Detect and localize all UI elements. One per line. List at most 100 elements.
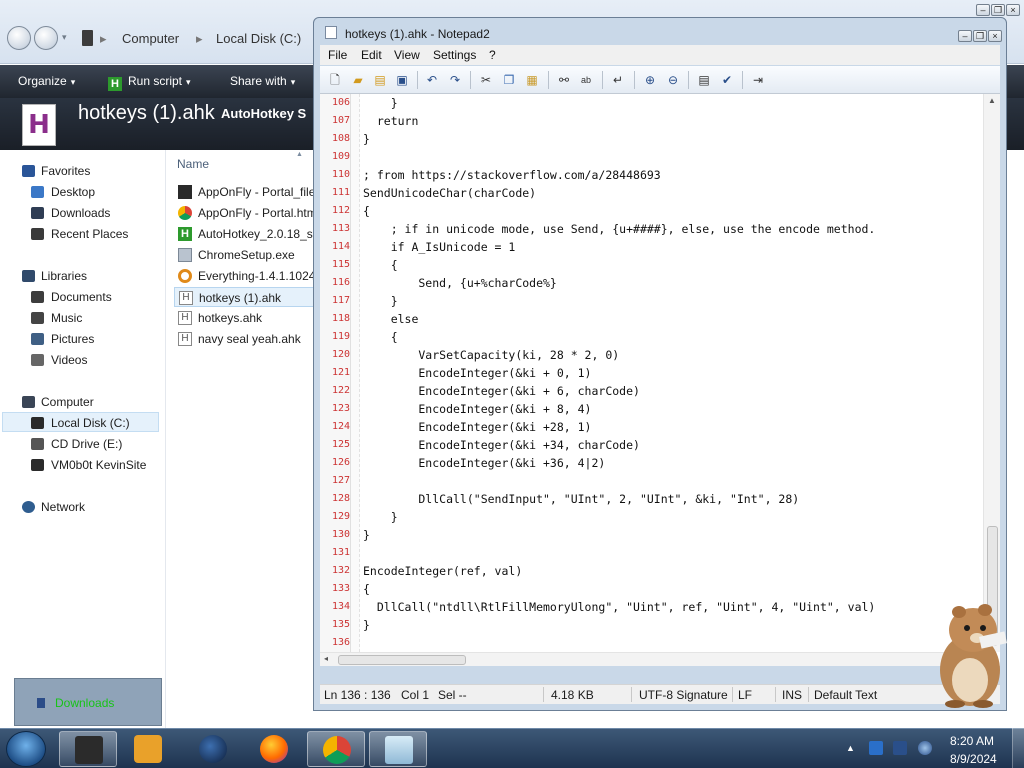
close-button[interactable]: × xyxy=(1006,4,1020,16)
menu-help[interactable]: ? xyxy=(489,48,496,62)
nav-computer[interactable]: Computer xyxy=(0,392,160,412)
code-line[interactable]: ; if in unicode mode, use Send, {u+####}… xyxy=(363,222,876,236)
customize-scheme-icon[interactable]: ✔ xyxy=(719,72,735,88)
replace-icon[interactable]: ab xyxy=(578,72,594,88)
code-line[interactable]: } xyxy=(363,528,370,542)
code-line[interactable]: DllCall("SendInput", "UInt", 2, "UInt", … xyxy=(363,492,799,506)
clock-time[interactable]: 8:20 AM xyxy=(950,734,994,748)
paste-icon[interactable]: ▦ xyxy=(524,72,540,88)
cut-icon[interactable]: ✂ xyxy=(478,72,494,88)
code-line[interactable]: { xyxy=(363,204,370,218)
file-row[interactable]: H AutoHotkey_2.0.18_se xyxy=(174,224,324,244)
exit-icon[interactable]: ⇥ xyxy=(750,72,766,88)
nav-network-share[interactable]: VM0b0t KevinSite xyxy=(0,455,160,475)
open-folder-icon[interactable]: ▰ xyxy=(350,72,366,88)
code-line[interactable]: } xyxy=(363,294,398,308)
run-script-button[interactable]: H Run script ▾ xyxy=(108,74,191,91)
clock-date[interactable]: 8/9/2024 xyxy=(950,752,997,766)
column-header-name[interactable]: Name xyxy=(177,157,209,171)
code-line[interactable]: EncodeInteger(&ki + 0, 1) xyxy=(363,366,591,380)
new-file-icon[interactable]: 🗋 xyxy=(327,72,343,88)
code-line[interactable]: } xyxy=(363,618,370,632)
code-line[interactable]: Send, {u+%charCode%} xyxy=(363,276,557,290)
nav-libraries[interactable]: Libraries xyxy=(0,266,160,286)
nav-videos[interactable]: Videos xyxy=(0,350,160,370)
nav-cd-drive[interactable]: CD Drive (E:) xyxy=(0,434,160,454)
taskbar-media-player[interactable] xyxy=(119,731,177,767)
breadcrumb-local-disk[interactable]: Local Disk (C:) xyxy=(216,31,301,46)
nav-desktop[interactable]: Desktop xyxy=(0,182,160,202)
nav-downloads[interactable]: Downloads xyxy=(0,203,160,223)
code-line[interactable]: return xyxy=(363,114,419,128)
tray-expand-icon[interactable]: ▲ xyxy=(846,743,856,753)
horizontal-scroll-thumb[interactable] xyxy=(338,655,466,665)
menu-view[interactable]: View xyxy=(394,48,420,62)
taskbar-globe-app[interactable] xyxy=(184,731,242,767)
file-row[interactable]: H hotkeys.ahk xyxy=(174,308,324,328)
horizontal-scrollbar[interactable]: ◂ xyxy=(320,652,983,666)
menu-file[interactable]: File xyxy=(328,48,347,62)
save-icon[interactable]: ▣ xyxy=(394,72,410,88)
taskbar-notepad2[interactable] xyxy=(369,731,427,767)
code-line[interactable]: { xyxy=(363,258,398,272)
browse-icon[interactable]: ▤ xyxy=(372,72,388,88)
scroll-up-icon[interactable]: ▲ xyxy=(988,96,996,105)
show-desktop-button[interactable] xyxy=(1012,728,1024,768)
file-row[interactable]: H navy seal yeah.ahk xyxy=(174,329,324,349)
code-line[interactable]: DllCall("ntdll\RtlFillMemoryUlong", "Uin… xyxy=(363,600,876,614)
nav-favorites[interactable]: Favorites xyxy=(0,161,160,181)
file-row[interactable]: AppOnFly - Portal.htm xyxy=(174,203,324,223)
nav-music[interactable]: Music xyxy=(0,308,160,328)
code-line[interactable]: { xyxy=(363,330,398,344)
maximize-button[interactable]: ❐ xyxy=(973,30,987,42)
taskbar-chrome[interactable] xyxy=(307,731,365,767)
menu-edit[interactable]: Edit xyxy=(361,48,382,62)
status-encoding[interactable]: UTF-8 Signature xyxy=(639,688,728,702)
menu-settings[interactable]: Settings xyxy=(433,48,476,62)
status-line-ending[interactable]: LF xyxy=(738,688,752,702)
history-dropdown-icon[interactable]: ▾ xyxy=(62,32,67,43)
file-row[interactable]: ChromeSetup.exe xyxy=(174,245,324,265)
share-with-button[interactable]: Share with ▾ xyxy=(230,74,295,88)
file-row-selected[interactable]: H hotkeys (1).ahk xyxy=(174,287,324,307)
code-editor[interactable]: 106 107 108 109 110 111 112 113 114 115 116 117 118 1… xyxy=(320,94,1000,666)
nav-pictures[interactable]: Pictures xyxy=(0,329,160,349)
status-scheme[interactable]: Default Text xyxy=(814,688,877,702)
code-line[interactable]: else xyxy=(363,312,419,326)
redo-icon[interactable]: ↷ xyxy=(447,72,463,88)
file-row[interactable]: AppOnFly - Portal_file xyxy=(174,182,324,202)
file-row[interactable]: Everything-1.4.1.1024. xyxy=(174,266,324,286)
back-button[interactable] xyxy=(7,26,31,50)
maximize-button[interactable]: ❐ xyxy=(991,4,1005,16)
notepad2-titlebar[interactable]: hotkeys (1).ahk - Notepad2 – ❐ × xyxy=(314,18,1006,44)
minimize-button[interactable]: – xyxy=(976,4,990,16)
nav-documents[interactable]: Documents xyxy=(0,287,160,307)
breadcrumb-separator-icon[interactable]: ▸ xyxy=(196,31,203,47)
code-line[interactable]: VarSetCapacity(ki, 28 * 2, 0) xyxy=(363,348,619,362)
breadcrumb-separator-icon[interactable]: ▸ xyxy=(100,31,107,47)
nav-local-disk[interactable]: Local Disk (C:) xyxy=(2,412,159,432)
code-line[interactable]: } xyxy=(363,510,398,524)
minimize-button[interactable]: – xyxy=(958,30,972,42)
code-line[interactable]: if A_IsUnicode = 1 xyxy=(363,240,516,254)
vertical-scrollbar[interactable]: ▲ xyxy=(983,94,1000,652)
scroll-left-icon[interactable]: ◂ xyxy=(324,654,328,663)
zoom-in-icon[interactable]: ⊕ xyxy=(642,72,658,88)
copy-icon[interactable]: ❐ xyxy=(501,72,517,88)
code-line[interactable]: } xyxy=(363,96,398,110)
code-line[interactable]: EncodeInteger(&ki +36, 4|2) xyxy=(363,456,605,470)
tray-app-icon[interactable] xyxy=(869,741,883,755)
code-line[interactable]: ; from https://stackoverflow.com/a/28448… xyxy=(363,168,661,182)
zoom-out-icon[interactable]: ⊖ xyxy=(665,72,681,88)
scheme-icon[interactable]: ▤ xyxy=(696,72,712,88)
start-button[interactable] xyxy=(6,731,46,767)
close-button[interactable]: × xyxy=(988,30,1002,42)
forward-button[interactable] xyxy=(34,26,58,50)
taskbar-explorer[interactable] xyxy=(59,731,117,767)
find-icon[interactable]: ⚯ xyxy=(556,72,572,88)
code-line[interactable]: SendUnicodeChar(charCode) xyxy=(363,186,536,200)
code-line[interactable]: } xyxy=(363,132,370,146)
tray-volume-icon[interactable] xyxy=(918,741,932,755)
tray-network-icon[interactable] xyxy=(893,741,907,755)
nav-network[interactable]: Network xyxy=(0,497,160,517)
